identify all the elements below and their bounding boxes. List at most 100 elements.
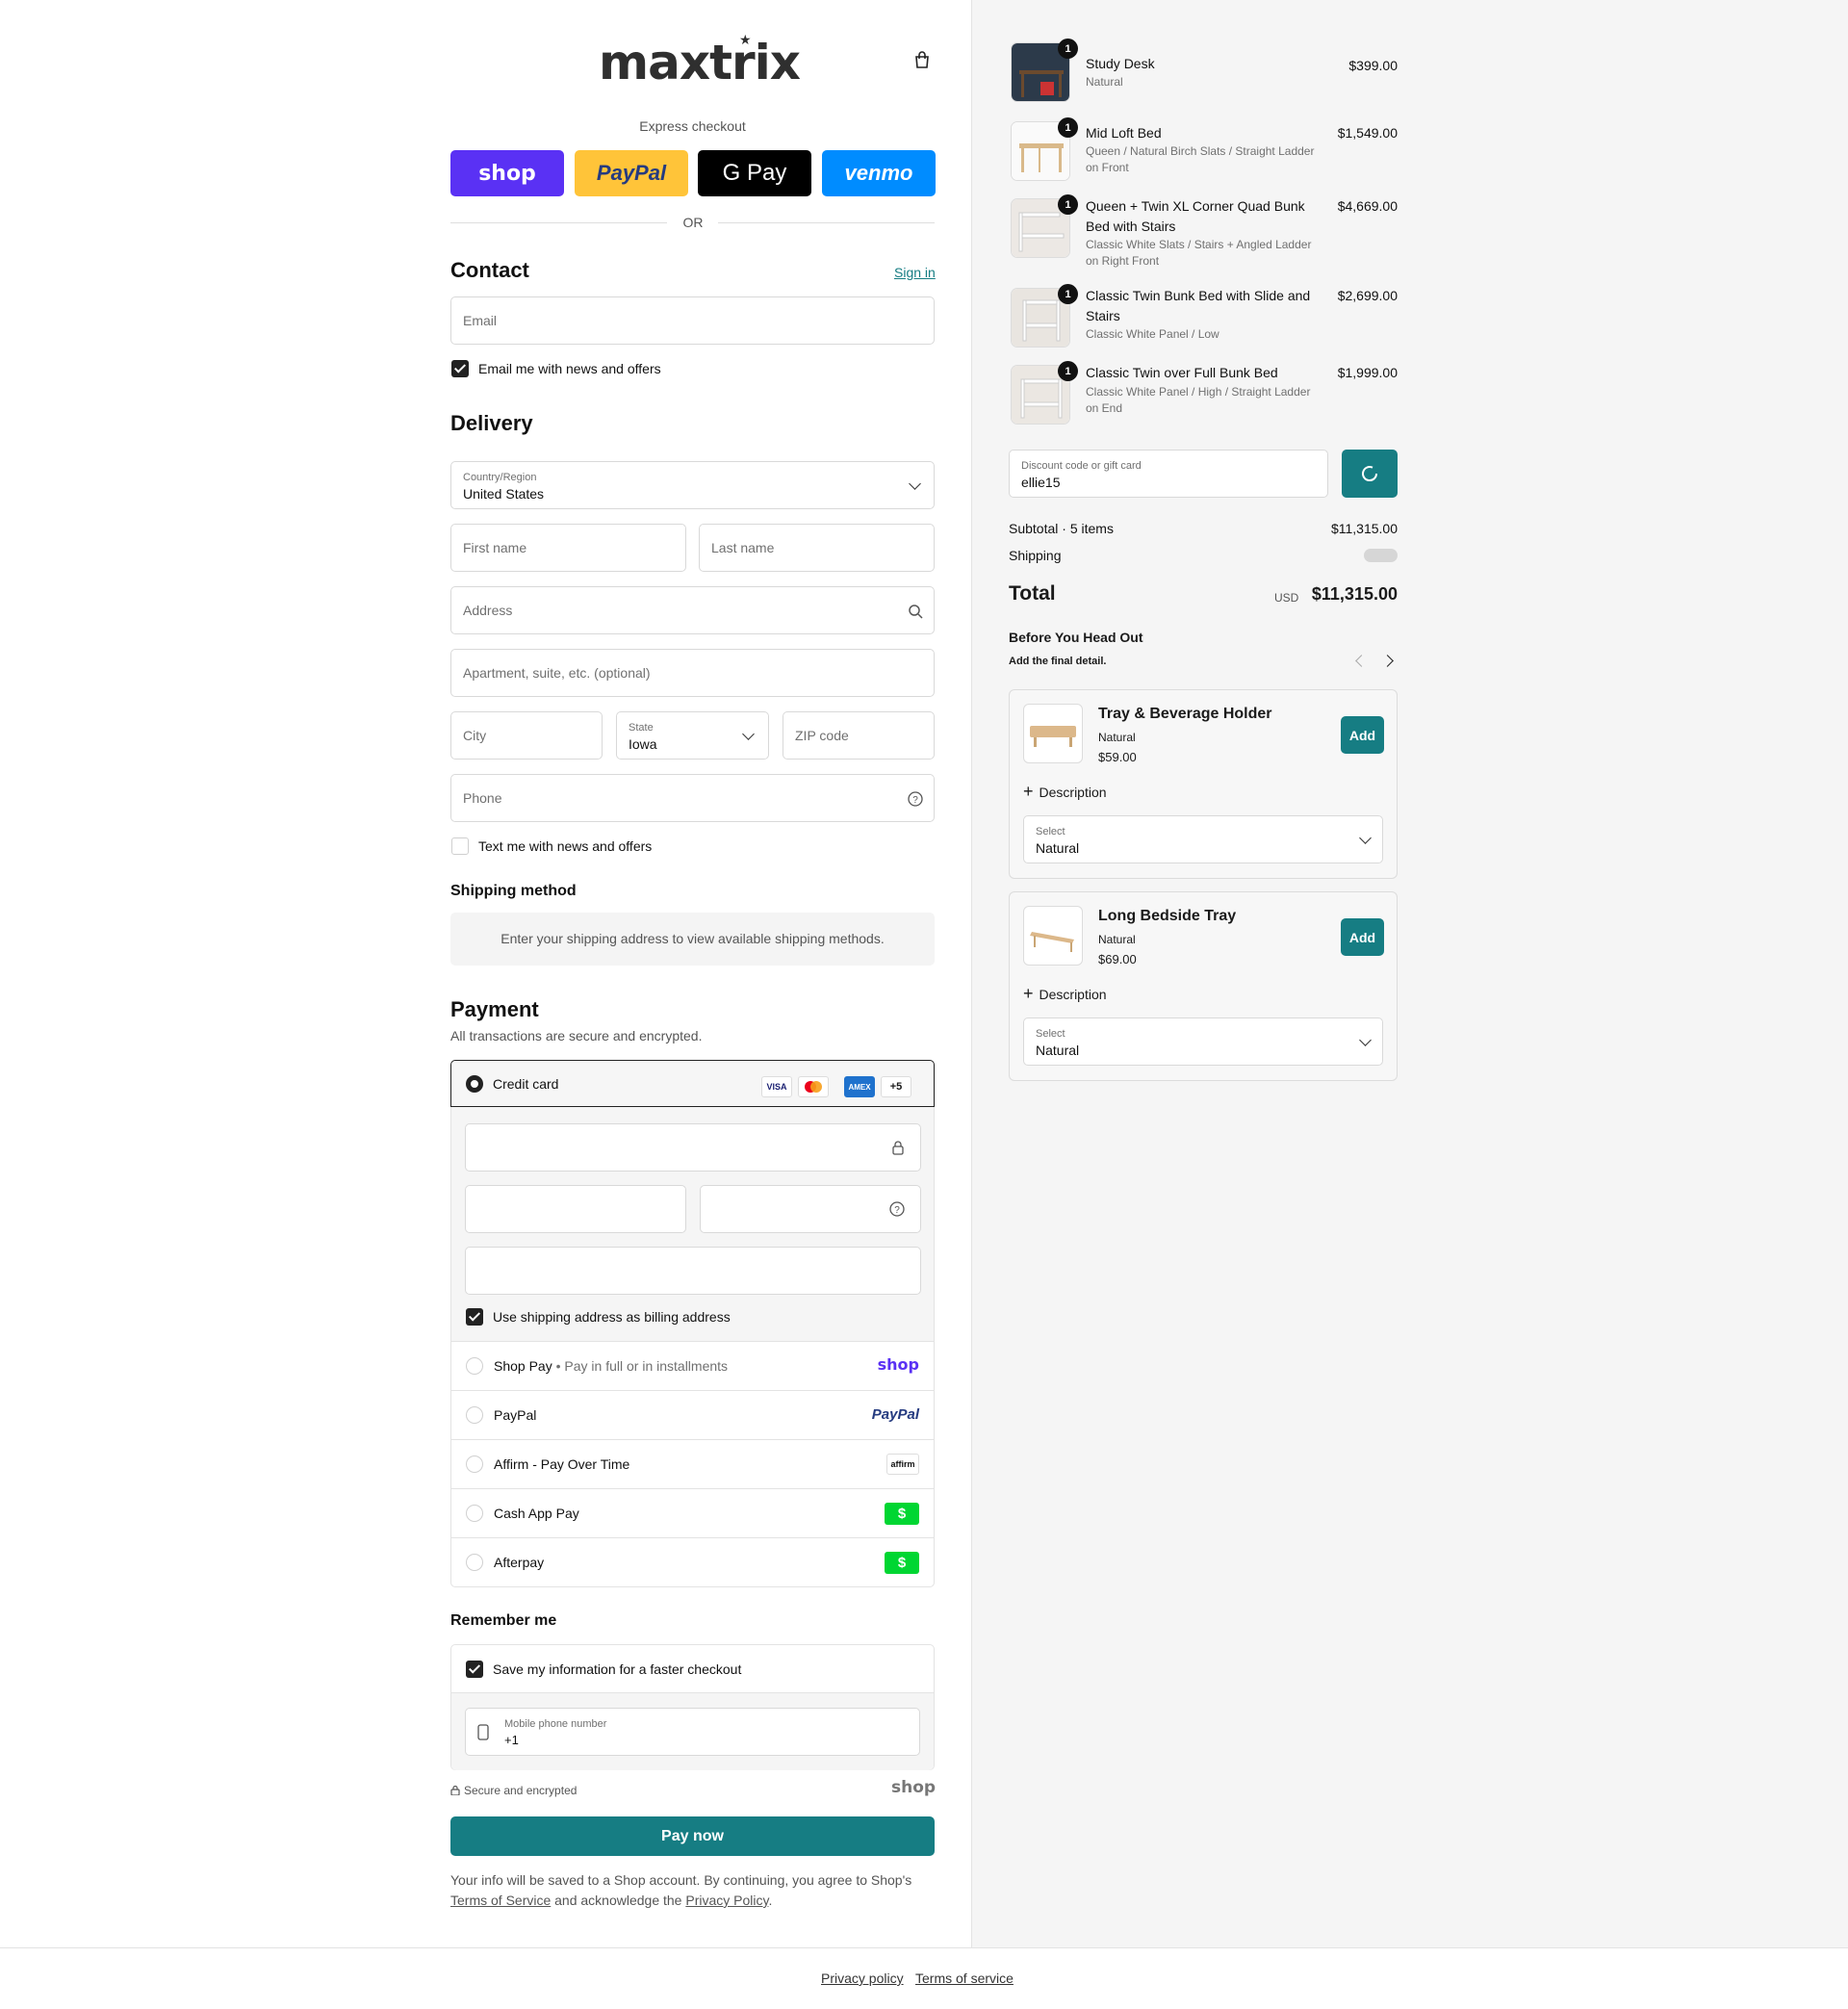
city-field[interactable]: City (450, 711, 603, 760)
cash-app-radio[interactable] (466, 1505, 483, 1522)
quantity-badge: 1 (1058, 284, 1078, 304)
billing-address-label: Use shipping address as billing address (493, 1309, 731, 1325)
help-icon[interactable]: ? (889, 1201, 905, 1217)
address-field[interactable]: Address (450, 586, 935, 634)
quantity-badge: 1 (1058, 361, 1078, 381)
security-code-field[interactable]: ? (700, 1185, 921, 1233)
venmo-express-button[interactable]: venmo (822, 150, 936, 196)
shop-pay-radio[interactable] (466, 1357, 483, 1375)
total-value: $11,315.00 (1311, 584, 1398, 604)
paypal-radio[interactable] (466, 1406, 483, 1424)
upsell-product-price: $69.00 (1098, 952, 1137, 966)
affirm-logo: affirm (886, 1454, 919, 1475)
upsell-variant-select[interactable]: Select Natural (1023, 1017, 1383, 1066)
description-toggle[interactable]: + Description (1023, 984, 1107, 1004)
state-select[interactable]: State Iowa (616, 711, 769, 760)
country-select[interactable]: Country/Region United States (450, 461, 935, 509)
credit-card-radio[interactable] (466, 1075, 483, 1093)
shop-pay-label: Shop Pay (494, 1358, 552, 1374)
card-number-field[interactable] (465, 1123, 921, 1172)
phone-field[interactable]: Phone ? (450, 774, 935, 822)
item-price: $399.00 (1348, 58, 1398, 73)
cart-item: 1 Study Desk Natural $399.00 (1011, 39, 1398, 106)
phone-section: Mobile phone number +1 (451, 1692, 934, 1770)
email-field[interactable]: Email (450, 296, 935, 345)
loading-spinner-icon (1362, 466, 1378, 482)
add-upsell-button[interactable]: Add (1341, 716, 1384, 754)
shipping-methods-notice: Enter your shipping address to view avai… (450, 913, 935, 966)
cash-app-icon: $ (885, 1503, 919, 1525)
description-toggle[interactable]: + Description (1023, 782, 1107, 802)
mobile-phone-field[interactable]: Mobile phone number +1 (465, 1708, 920, 1756)
first-name-placeholder: First name (463, 540, 527, 555)
description-label: Description (1039, 987, 1107, 1002)
footer-terms-of-service-link[interactable]: Terms of service (915, 1970, 1014, 1986)
afterpay-radio[interactable] (466, 1554, 483, 1571)
zip-field[interactable]: ZIP code (783, 711, 935, 760)
shopping-bag-icon[interactable] (912, 50, 932, 69)
cash-app-pay-option[interactable]: Cash App Pay $ (450, 1489, 935, 1538)
pay-now-button[interactable]: Pay now (450, 1816, 935, 1856)
mobile-phone-icon (477, 1724, 489, 1740)
legal-middle: and acknowledge the (554, 1893, 682, 1908)
upsell-variant-select[interactable]: Select Natural (1023, 815, 1383, 863)
save-info-checkbox[interactable] (466, 1661, 483, 1678)
shipping-placeholder-bar (1364, 549, 1398, 562)
item-variant: Queen / Natural Birch Slats / Straight L… (1086, 144, 1315, 174)
item-title: Classic Twin over Full Bunk Bed (1086, 365, 1278, 380)
discount-value: ellie15 (1021, 475, 1061, 490)
svg-text:?: ? (894, 1205, 900, 1216)
add-upsell-button[interactable]: Add (1341, 918, 1384, 956)
chevron-down-icon (1359, 832, 1372, 844)
upsell-product-price: $59.00 (1098, 750, 1137, 764)
name-on-card-field[interactable] (465, 1247, 921, 1295)
apartment-field[interactable]: Apartment, suite, etc. (optional) (450, 649, 935, 697)
phone-placeholder: Phone (463, 790, 502, 806)
city-placeholder: City (463, 728, 487, 743)
privacy-policy-link[interactable]: Privacy Policy (685, 1893, 768, 1908)
shop-logo: shop (891, 1778, 937, 1797)
country-value: United States (463, 486, 545, 502)
zip-placeholder: ZIP code (795, 728, 849, 743)
more-cards-badge: +5 (881, 1076, 911, 1097)
shop-pay-express-button[interactable]: shop (450, 150, 564, 196)
legal-prefix: Your info will be saved to a Shop accoun… (450, 1872, 912, 1888)
last-name-placeholder: Last name (711, 540, 775, 555)
legal-text: Your info will be saved to a Shop accoun… (450, 1870, 935, 1911)
footer-privacy-policy-link[interactable]: Privacy policy (821, 1970, 904, 1986)
billing-address-checkbox[interactable] (466, 1308, 483, 1326)
state-value: Iowa (629, 736, 657, 752)
cart-item: 1 Queen + Twin XL Corner Quad Bunk Bed w… (1011, 194, 1398, 268)
divider-left (450, 222, 667, 223)
apartment-placeholder: Apartment, suite, etc. (optional) (463, 665, 651, 681)
email-news-checkbox[interactable] (451, 360, 469, 377)
sign-in-link[interactable]: Sign in (894, 265, 936, 280)
upsell-subtitle: Add the final detail. (1009, 656, 1107, 667)
google-pay-express-button[interactable]: G Pay (698, 150, 811, 196)
paypal-option[interactable]: PayPal PayPal (450, 1391, 935, 1440)
affirm-option[interactable]: Affirm - Pay Over Time affirm (450, 1440, 935, 1489)
footer-divider (0, 1947, 1848, 1948)
shop-pay-option[interactable]: Shop Pay • Pay in full or in installment… (450, 1342, 935, 1391)
discount-code-field[interactable]: Discount code or gift card ellie15 (1009, 450, 1328, 498)
paypal-label: PayPal (494, 1407, 537, 1423)
select-value: Natural (1036, 1043, 1080, 1058)
text-news-checkbox[interactable] (451, 837, 469, 855)
first-name-field[interactable]: First name (450, 524, 686, 572)
select-label: Select (1036, 1028, 1065, 1040)
save-info-label: Save my information for a faster checkou… (493, 1661, 742, 1677)
paypal-express-button[interactable]: PayPal (575, 150, 688, 196)
last-name-field[interactable]: Last name (699, 524, 935, 572)
maxtrix-logo[interactable]: maxtrix ★ (599, 33, 801, 90)
item-price: $4,669.00 (1337, 198, 1398, 214)
afterpay-option[interactable]: Afterpay $ (450, 1538, 935, 1587)
quantity-badge: 1 (1058, 117, 1078, 138)
shop-pay-logo: shop (877, 1355, 919, 1374)
help-icon[interactable]: ? (908, 791, 923, 807)
credit-card-option[interactable]: Credit card VISA AMEX +5 (450, 1060, 935, 1107)
terms-of-service-link[interactable]: Terms of Service (450, 1893, 551, 1908)
currency-code: USD (1274, 591, 1299, 605)
affirm-radio[interactable] (466, 1455, 483, 1473)
expiration-date-field[interactable] (465, 1185, 686, 1233)
apply-discount-button[interactable] (1342, 450, 1398, 498)
